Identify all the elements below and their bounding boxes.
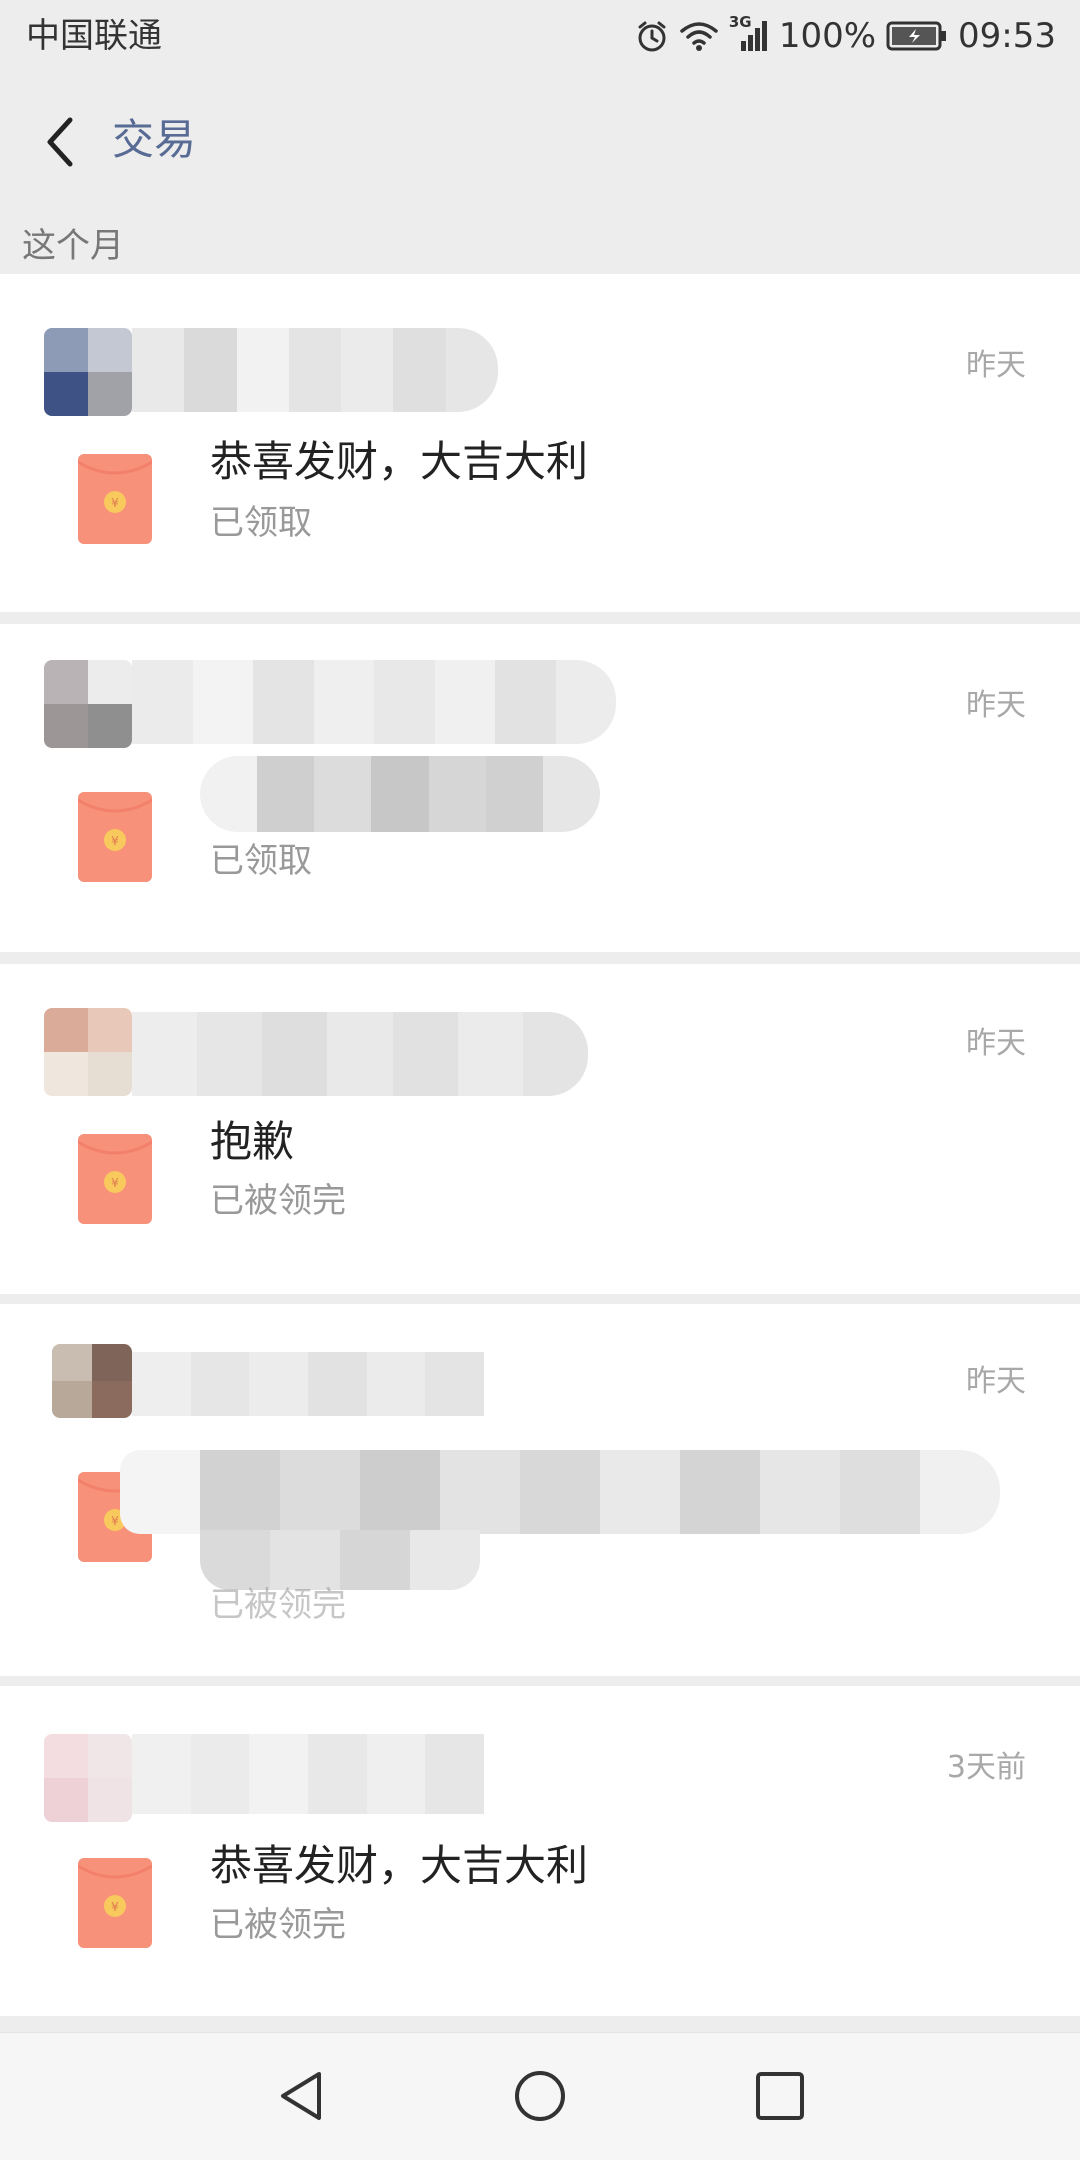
system-nav-bar: [0, 2032, 1080, 2160]
sender-name-blurred: [132, 660, 616, 744]
status-indicators: 3G 100% 09:53: [635, 12, 1056, 60]
red-envelope-icon: ¥: [78, 1858, 152, 1948]
signal-icon: 3G: [729, 13, 769, 53]
svg-text:¥: ¥: [111, 1176, 119, 1190]
triangle-back-icon: [281, 2072, 321, 2120]
transaction-card[interactable]: 昨天 ¥ 已被领完: [0, 1304, 1080, 1676]
svg-text:¥: ¥: [111, 1900, 119, 1914]
transaction-card[interactable]: 昨天 ¥ 抱歉 已被领完: [0, 964, 1080, 1294]
transaction-message-blurred: [200, 756, 600, 832]
clock: 09:53: [958, 16, 1056, 56]
transaction-message: 抱歉: [210, 1117, 295, 1166]
transaction-message-blurred: [200, 1530, 480, 1590]
red-envelope-icon: ¥: [78, 454, 152, 544]
transaction-message: 恭喜发财，大吉大利: [210, 1841, 589, 1890]
transaction-card[interactable]: 3天前 ¥ 恭喜发财，大吉大利 已被领完: [0, 1686, 1080, 2016]
battery-percent: 100%: [778, 16, 877, 56]
svg-text:¥: ¥: [111, 1514, 119, 1528]
nav-recent-button[interactable]: [745, 2061, 815, 2131]
sender-name-blurred: [132, 1734, 484, 1814]
avatar: [44, 328, 132, 416]
avatar: [52, 1344, 132, 1418]
transactions-screen: 中国联通 3G 100% 09:53 交易 这个月 昨天 ¥ 恭喜发财，大吉大利…: [0, 0, 1080, 2160]
transaction-status: 已被领完: [210, 1905, 346, 1945]
battery-icon: [886, 20, 948, 52]
svg-text:¥: ¥: [111, 496, 119, 510]
transaction-card[interactable]: 昨天 ¥ 已领取: [0, 624, 1080, 952]
transaction-time: 昨天: [966, 1364, 1026, 1399]
carrier-label: 中国联通: [26, 16, 162, 56]
transaction-time: 昨天: [966, 1026, 1026, 1061]
page-title: 交易: [112, 115, 197, 164]
red-envelope-icon: ¥: [78, 1134, 152, 1224]
back-button[interactable]: [28, 102, 92, 182]
transaction-time: 3天前: [946, 1750, 1026, 1785]
alarm-icon: [635, 19, 669, 53]
nav-home-button[interactable]: [505, 2061, 575, 2131]
nav-back-button[interactable]: [266, 2061, 336, 2131]
avatar: [44, 1734, 132, 1822]
avatar: [44, 660, 132, 748]
top-bar: 交易: [0, 74, 1080, 204]
transaction-card[interactable]: 昨天 ¥ 恭喜发财，大吉大利 已领取: [0, 274, 1080, 612]
transaction-status: 已被领完: [210, 1181, 346, 1221]
square-recent-icon: [756, 2072, 804, 2120]
transaction-message: 恭喜发财，大吉大利: [210, 437, 589, 486]
wifi-icon: [679, 19, 719, 53]
red-envelope-icon: ¥: [78, 792, 152, 882]
transaction-time: 昨天: [966, 348, 1026, 383]
svg-text:¥: ¥: [111, 834, 119, 848]
network-type-label: 3G: [728, 13, 752, 31]
circle-home-icon: [515, 2071, 565, 2121]
status-bar: 中国联通 3G 100% 09:53: [0, 0, 1080, 74]
avatar: [44, 1008, 132, 1096]
sender-name-blurred: [132, 1012, 588, 1096]
chevron-left-icon: [47, 117, 73, 167]
sender-name-blurred: [132, 1352, 484, 1416]
sender-name-blurred: [132, 328, 498, 412]
section-label-this-month: 这个月: [22, 226, 124, 266]
transaction-message-blurred: [120, 1450, 1000, 1534]
transaction-status: 已领取: [210, 841, 312, 881]
transaction-time: 昨天: [966, 688, 1026, 723]
transaction-status: 已被领完: [210, 1585, 346, 1625]
transaction-status: 已领取: [210, 503, 312, 543]
